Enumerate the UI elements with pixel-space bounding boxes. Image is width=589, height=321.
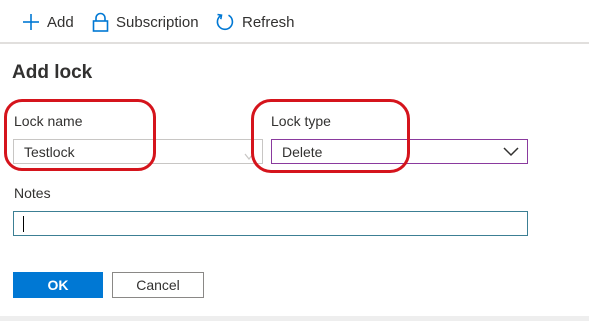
add-label: Add [47,13,74,31]
notes-label: Notes [14,185,51,201]
chevron-down-icon[interactable] [503,144,519,162]
notes-input[interactable] [13,211,528,236]
panel-bottom-divider [0,316,589,321]
add-button[interactable]: Add [22,0,74,44]
refresh-label: Refresh [242,13,295,31]
refresh-button[interactable]: Refresh [215,0,295,44]
panel-title: Add lock [12,62,93,83]
command-bar: Add Subscription Refresh [0,0,589,44]
lock-name-highlight [4,99,156,171]
refresh-icon [215,12,235,32]
text-cursor [23,216,24,232]
subscription-button[interactable]: Subscription [92,0,199,44]
plus-icon [22,13,40,31]
lock-type-highlight [251,99,410,173]
subscription-label: Subscription [116,13,199,31]
cancel-button[interactable]: Cancel [112,272,204,298]
lock-icon [92,12,109,32]
ok-button[interactable]: OK [13,272,103,298]
